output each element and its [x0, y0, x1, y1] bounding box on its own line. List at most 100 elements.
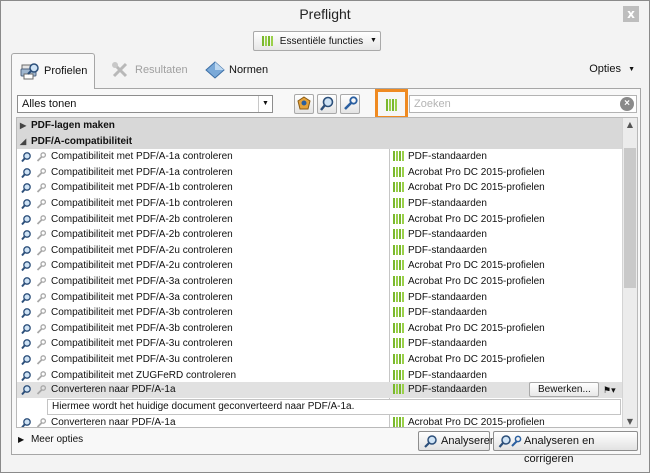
table-row[interactable]: Compatibiliteit met PDF/A-2b controleren… — [17, 227, 623, 243]
profile-name: Compatibiliteit met PDF/A-2u controleren — [51, 260, 233, 272]
fix-profile-button[interactable] — [340, 94, 360, 114]
analyze-label: Analyseren — [441, 435, 497, 447]
wrench-icon — [36, 355, 47, 365]
scroll-up-icon[interactable]: ▲ — [623, 118, 637, 132]
table-row[interactable]: Compatibiliteit met PDF/A-3u controleren… — [17, 352, 623, 368]
profile-name: Compatibiliteit met ZUGFeRD controleren — [51, 369, 237, 381]
analyze-button[interactable]: Analyseren — [418, 431, 496, 451]
magnifier-icon — [21, 199, 31, 210]
flag-dropdown-icon[interactable]: ⚑▾ — [603, 383, 621, 396]
edit-button[interactable]: Bewerken... — [529, 382, 599, 397]
scroll-down-icon[interactable]: ▼ — [623, 415, 637, 427]
magnifier-icon — [21, 183, 31, 194]
magnifier-icon — [21, 418, 31, 427]
group-row[interactable]: ▶ PDF-lagen maken — [17, 118, 623, 134]
search-placeholder: Zoeken — [414, 98, 451, 110]
more-options-label: Meer opties — [30, 434, 84, 445]
table-row[interactable]: Compatibiliteit met PDF/A-1a controleren… — [17, 149, 623, 165]
wrench-icon — [36, 230, 47, 240]
magnifier-icon — [21, 292, 31, 303]
list-scrollbar[interactable]: ▲ ▼ — [622, 118, 637, 427]
table-row[interactable]: Converteren naar PDF/A-1a Acrobat Pro DC… — [17, 415, 623, 427]
clear-search-icon[interactable]: × — [620, 97, 634, 111]
selected-table-row[interactable]: Converteren naar PDF/A-1a PDF-standaarde… — [17, 382, 623, 398]
group-name: PDF/A-compatibiliteit — [31, 135, 133, 147]
group-name: PDF-lagen maken — [31, 120, 115, 131]
table-row[interactable]: Compatibiliteit met PDF/A-2u controleren… — [17, 243, 623, 259]
table-row[interactable]: Compatibiliteit met PDF/A-3a controleren… — [17, 274, 623, 290]
more-options-toggle[interactable]: ▶ Meer opties — [18, 434, 83, 445]
preflight-bars-icon — [393, 291, 404, 302]
profile-category: PDF-standaarden — [408, 151, 487, 163]
profile-name: Compatibiliteit met PDF/A-3b controleren — [51, 307, 233, 319]
profile-name: Compatibiliteit met PDF/A-3a controleren — [51, 276, 233, 287]
preflight-bars-icon — [393, 182, 404, 193]
magnifier-icon — [21, 323, 31, 334]
profile-category: Acrobat Pro DC 2015-profielen — [408, 213, 545, 225]
profile-name: Converteren naar PDF/A-1a — [51, 384, 176, 395]
magnifier-icon — [21, 230, 31, 241]
preflight-window: Preflight x Essentiële functies ▼ Profie… — [0, 0, 650, 473]
profile-category: Acrobat Pro DC 2015-profielen — [408, 276, 545, 287]
analyze-and-fix-button[interactable]: Analyseren en corrigeren — [493, 431, 638, 465]
wrench-icon — [36, 339, 47, 350]
profile-category: Acrobat Pro DC 2015-profielen — [408, 354, 545, 365]
wrench-icon — [36, 308, 47, 318]
magnifier-icon — [21, 214, 31, 225]
group-row[interactable]: ◢ PDF/A-compatibiliteit — [17, 133, 623, 150]
profile-name: Compatibiliteit met PDF/A-1b controleren — [51, 182, 233, 194]
wrench-icon — [36, 167, 47, 178]
expanded-arrow-icon: ◢ — [20, 136, 27, 146]
search-input[interactable]: Zoeken × — [409, 95, 637, 113]
magnifier-icon — [21, 277, 31, 288]
wrench-icon — [36, 323, 47, 334]
preflight-bars-icon — [393, 213, 404, 224]
table-row[interactable]: Compatibiliteit met PDF/A-2u controleren… — [17, 258, 623, 274]
wrench-icon — [36, 261, 47, 272]
wrench-icon — [36, 245, 47, 256]
table-row[interactable]: Compatibiliteit met PDF/A-1b controleren… — [17, 196, 623, 212]
wrench-icon — [36, 199, 47, 209]
diamond-icon — [205, 61, 225, 79]
tab-normen[interactable]: Normen — [197, 53, 279, 87]
preflight-bars-icon — [393, 369, 404, 380]
essential-functions-dropdown[interactable]: Essentiële functies ▼ — [253, 31, 381, 51]
new-profile-button[interactable] — [294, 94, 314, 114]
profile-name: Compatibiliteit met PDF/A-3a controleren — [51, 291, 233, 303]
magnifier-icon — [320, 96, 334, 111]
wrench-icon — [36, 183, 47, 194]
table-row[interactable]: Compatibiliteit met PDF/A-2b controleren… — [17, 212, 623, 228]
wrench-icon — [36, 277, 47, 287]
chevron-down-icon: ▼ — [369, 37, 377, 44]
wrench-icon — [36, 418, 47, 427]
preflight-bars-icon — [393, 276, 404, 286]
profile-category: Acrobat Pro DC 2015-profielen — [408, 260, 545, 272]
scroll-thumb[interactable] — [624, 148, 636, 288]
show-filter-select[interactable]: Alles tonen ▼ — [17, 95, 273, 113]
profile-name: Compatibiliteit met PDF/A-2b controleren — [51, 229, 233, 241]
table-row[interactable]: Compatibiliteit met PDF/A-1b controleren… — [17, 180, 623, 196]
options-menu[interactable]: Opties ▼ — [589, 63, 635, 75]
tab-label: Profielen — [44, 65, 88, 77]
close-button[interactable]: x — [623, 6, 639, 22]
table-row[interactable]: Compatibiliteit met PDF/A-3a controleren… — [17, 290, 623, 306]
profile-category: Acrobat Pro DC 2015-profielen — [408, 182, 545, 194]
table-row[interactable]: Compatibiliteit met PDF/A-3b controleren… — [17, 321, 623, 337]
magnifier-icon — [21, 355, 31, 366]
tools-icon — [112, 62, 128, 78]
search-profile-button[interactable] — [317, 94, 337, 114]
profile-category: PDF-standaarden — [408, 229, 487, 241]
tab-profielen[interactable]: Profielen — [11, 53, 95, 89]
preflight-bars-icon — [393, 166, 404, 177]
profile-name: Compatibiliteit met PDF/A-1a controleren — [51, 166, 233, 178]
table-row[interactable]: Compatibiliteit met PDF/A-1a controleren… — [17, 165, 623, 181]
wrench-icon — [36, 214, 47, 225]
standards-filter-toggle[interactable] — [375, 89, 408, 119]
tab-resultaten[interactable]: Resultaten — [103, 53, 193, 87]
preflight-bars-icon — [393, 338, 404, 349]
table-row[interactable]: Compatibiliteit met PDF/A-3u controleren… — [17, 336, 623, 352]
table-row[interactable]: Compatibiliteit met PDF/A-3b controleren… — [17, 305, 623, 321]
collapsed-arrow-icon: ▶ — [20, 121, 27, 130]
table-row[interactable]: Compatibiliteit met ZUGFeRD controleren P… — [17, 368, 623, 384]
preflight-bars-icon — [393, 229, 404, 240]
